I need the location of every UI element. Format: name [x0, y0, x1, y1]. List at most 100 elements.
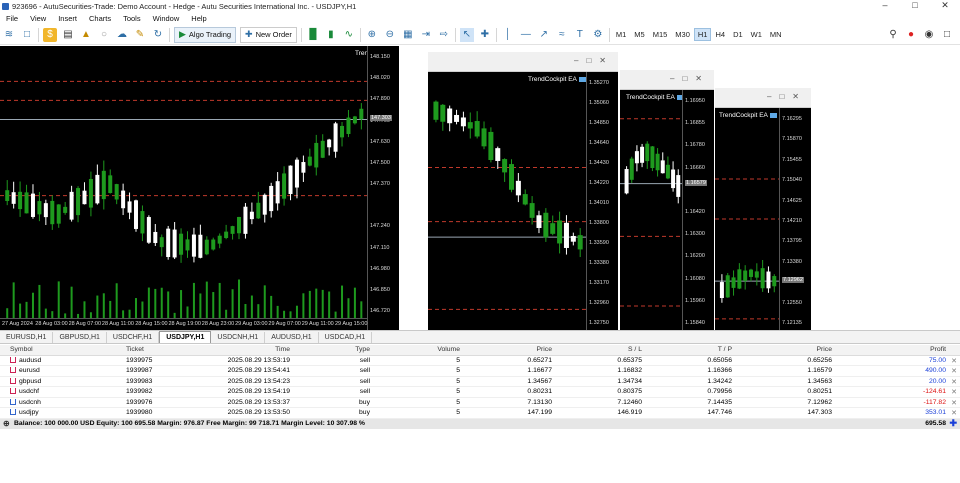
chart-window-controls[interactable]: –□✕ [767, 92, 807, 101]
table-row[interactable]: gbpusd 1939983 2025.08.29 13:54:23 sell 5 1.3… [0, 377, 960, 387]
chart-window-header[interactable]: –□✕ [620, 70, 714, 90]
close-position-icon[interactable]: ✕ [951, 388, 957, 395]
tab-eurusd[interactable]: EURUSD,H1 [0, 332, 54, 343]
line-chart-icon[interactable]: ∿ [342, 28, 356, 42]
table-row[interactable]: audusd 1939975 2025.08.29 13:53:19 sell 5 0.6… [0, 356, 960, 366]
chart-window-header[interactable]: –□✕ [428, 52, 618, 72]
table-row[interactable]: usdchf 1939982 2025.08.29 13:54:19 sell 5 0.8… [0, 387, 960, 398]
cursor-icon[interactable]: ↖ [459, 27, 474, 42]
col-volume[interactable]: Volume [374, 346, 464, 353]
horizontal-line-icon[interactable]: — [519, 28, 533, 42]
maximize-icon[interactable]: □ [900, 0, 930, 12]
candle-chart-icon[interactable]: ▮ [324, 28, 338, 42]
menu-insert[interactable]: Insert [52, 14, 83, 23]
timeframe-h1[interactable]: H1 [693, 28, 712, 41]
col-sl[interactable]: S / L [556, 346, 646, 353]
expert-advisor-label[interactable]: TrendCockpit EA [626, 94, 684, 101]
candle [495, 148, 501, 161]
col-tp[interactable]: T / P [646, 346, 736, 353]
text-icon[interactable]: T [573, 28, 587, 42]
col-ticket[interactable]: Ticket [122, 346, 202, 353]
table-row[interactable]: eurusd 1939987 2025.08.29 13:54:41 sell 5 1.1… [0, 366, 960, 377]
market-icon[interactable]: ▲ [79, 28, 93, 42]
trendline-icon[interactable]: ↗ [537, 28, 551, 42]
shapes-icon[interactable]: ⚙ [591, 28, 605, 42]
close-position-icon[interactable]: ✕ [951, 399, 957, 406]
timeframe-mn[interactable]: MN [766, 30, 786, 39]
new-order-button[interactable]: ✚ New Order [240, 26, 297, 43]
close-position-icon[interactable]: ✕ [951, 378, 957, 385]
price-axis[interactable]: 148.150148.020147.890147.760147.630147.5… [367, 46, 399, 330]
menu-tools[interactable]: Tools [117, 14, 147, 23]
timeframe-m5[interactable]: M5 [630, 30, 648, 39]
expert-advisor-label[interactable]: TrendCockpit EA [528, 76, 586, 83]
tab-gbpusd[interactable]: GBPUSD,H1 [53, 332, 107, 343]
tab-audusd[interactable]: AUDUSD,H1 [265, 332, 319, 343]
menu-help[interactable]: Help [185, 14, 212, 23]
editor-icon[interactable]: ✎ [133, 28, 147, 42]
algo-trading-button[interactable]: ▶ Algo Trading [174, 26, 237, 43]
restore-chart-icon[interactable]: □ [940, 27, 954, 41]
chart-window-header[interactable]: –□✕ [715, 88, 811, 108]
col-type[interactable]: Type [294, 346, 374, 353]
chart-window-usdcnh[interactable]: –□✕ TrendCockpit EA 7.16295 7.15870 7.15455 7… [715, 88, 811, 330]
col-symbol[interactable]: Symbol [0, 346, 122, 353]
price-axis[interactable]: 7.16295 7.15870 7.15455 7.15040 7.14625 7.142… [779, 108, 811, 330]
expert-advisor-label[interactable]: TrendCockpit EA [719, 112, 777, 119]
zoom-in-icon[interactable]: ⊕ [365, 28, 379, 42]
signals-icon[interactable]: $ [43, 27, 57, 42]
tab-usdchf[interactable]: USDCHF,H1 [107, 332, 160, 343]
chart-window-controls[interactable]: –□✕ [670, 74, 710, 83]
price-axis[interactable]: 1.16950 1.16855 1.16780 1.16660 1.16579 1.164… [682, 90, 714, 330]
chart-window-eurusd[interactable]: –□✕ TrendCockpit EA 1.35270 1.35060 1.34850 1… [428, 52, 618, 330]
chart-window-gbpusd[interactable]: –□✕ TrendCockpit EA 1.16950 1.16855 1.16780 1… [620, 70, 714, 330]
close-position-icon[interactable]: ✕ [951, 409, 957, 416]
crosshair-icon[interactable]: ✚ [478, 28, 492, 42]
notifications-icon[interactable]: ● [904, 27, 918, 41]
chart-shift-icon[interactable]: ⇥ [419, 28, 433, 42]
chart-type-icon[interactable]: ≋ [2, 28, 16, 42]
tile-icon[interactable]: ▦ [401, 28, 415, 42]
close-position-icon[interactable]: ✕ [951, 357, 957, 364]
time-axis[interactable]: 27 Aug 2024 28 Aug 03:00 28 Aug 07:00 28 Au… [0, 318, 367, 330]
search-icon[interactable]: ⚲ [886, 27, 900, 41]
close-icon[interactable]: ✕ [930, 0, 960, 12]
col-time[interactable]: Time [202, 346, 294, 353]
autoscroll-icon[interactable]: ⇨ [437, 28, 451, 42]
minimize-icon[interactable]: – [870, 0, 900, 12]
timeframe-m1[interactable]: M1 [612, 30, 630, 39]
vertical-line-icon[interactable]: │ [501, 28, 515, 42]
bar-chart-icon[interactable]: █ [306, 28, 320, 42]
timeframe-m15[interactable]: M15 [649, 30, 672, 39]
template-icon[interactable]: □ [20, 28, 34, 42]
add-icon[interactable]: ✚ [949, 418, 957, 429]
col-current-price[interactable]: Price [736, 346, 836, 353]
wallet-icon[interactable]: ▤ [61, 28, 75, 42]
tab-usdjpy[interactable]: USDJPY,H1 [159, 331, 212, 343]
tab-usdcad[interactable]: USDCAD,H1 [319, 332, 373, 343]
timeframe-m30[interactable]: M30 [671, 30, 694, 39]
menu-view[interactable]: View [24, 14, 52, 23]
price-axis[interactable]: 1.35270 1.35060 1.34850 1.34640 1.34430 1.342… [586, 72, 618, 330]
zoom-out-icon[interactable]: ⊖ [383, 28, 397, 42]
menu-file[interactable]: File [0, 14, 24, 23]
table-row[interactable]: usdjpy 1939980 2025.08.29 13:53:50 buy 5 147.… [0, 408, 960, 419]
chart-window-controls[interactable]: –□✕ [574, 56, 614, 65]
profile-icon[interactable]: ◉ [922, 27, 936, 41]
timeframe-d1[interactable]: D1 [729, 30, 747, 39]
col-profit[interactable]: Profit [836, 346, 960, 353]
vps-icon[interactable]: ○ [97, 28, 111, 42]
expand-icon[interactable]: ⊕ [3, 419, 10, 428]
timeframe-h4[interactable]: H4 [711, 30, 729, 39]
menu-window[interactable]: Window [147, 14, 186, 23]
menu-charts[interactable]: Charts [83, 14, 117, 23]
col-price[interactable]: Price [464, 346, 556, 353]
table-row[interactable]: usdcnh 1939976 2025.08.29 13:53:37 buy 5 7.13… [0, 398, 960, 408]
refresh-icon[interactable]: ↻ [151, 28, 165, 42]
tab-usdcnh[interactable]: USDCNH,H1 [211, 332, 266, 343]
close-position-icon[interactable]: ✕ [951, 367, 957, 374]
timeframe-w1[interactable]: W1 [747, 30, 766, 39]
cloud-icon[interactable]: ☁ [115, 28, 129, 42]
chart-window-usdjpy[interactable]: TrendCockpit EA148.150148.020147.890147.… [0, 46, 399, 330]
channel-icon[interactable]: ≈ [555, 28, 569, 42]
